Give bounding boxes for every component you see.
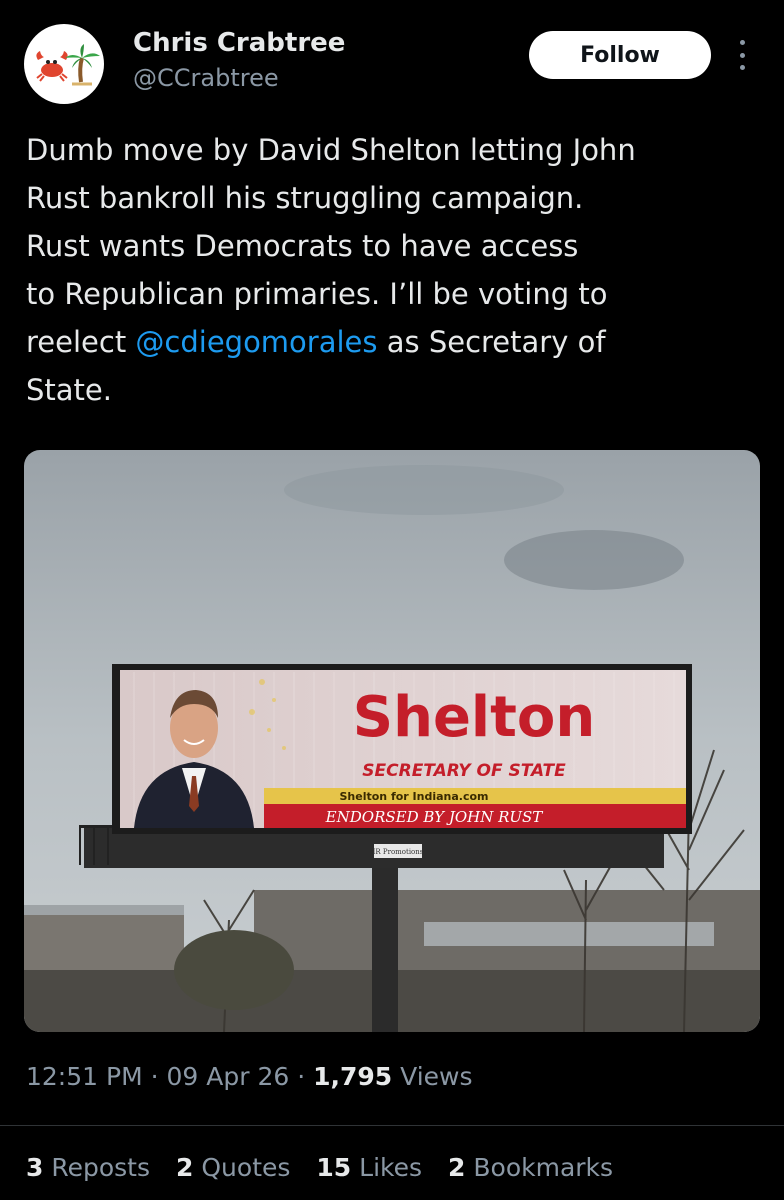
tweet-photo[interactable]: Shelton SECRETARY OF STATE Shelton for I… (24, 450, 760, 1032)
billboard-endorsement: ENDORSED BY JOHN RUST (325, 808, 544, 826)
reposts-count: 3 (26, 1153, 44, 1182)
quotes-stat[interactable]: 2 Quotes (176, 1153, 290, 1182)
bookmarks-label: Bookmarks (473, 1153, 614, 1182)
billboard-name: Shelton (353, 685, 595, 750)
billboard-office: SECRETARY OF STATE (362, 761, 566, 781)
more-vertical-icon[interactable] (732, 40, 752, 70)
tweet-time[interactable]: 12:51 PM (26, 1062, 143, 1091)
views-count: 1,795 (313, 1062, 393, 1091)
follow-button[interactable]: Follow (529, 31, 711, 79)
bookmarks-stat[interactable]: 2 Bookmarks (448, 1153, 613, 1182)
palm-tree-icon (65, 44, 100, 86)
crab-palm-avatar-image (36, 44, 100, 86)
likes-stat[interactable]: 15 Likes (316, 1153, 422, 1182)
author-display-name[interactable]: Chris Crabtree (133, 28, 345, 58)
reposts-stat[interactable]: 3 Reposts (26, 1153, 150, 1182)
tweet-date[interactable]: 09 Apr 26 (166, 1062, 289, 1091)
meta-separator: · (142, 1062, 167, 1091)
divider (0, 1125, 784, 1126)
billboard-vendor: IR Promotions (373, 848, 424, 856)
crab-icon (36, 51, 68, 82)
billboard-site: Shelton for Indiana.com (339, 790, 488, 803)
engagement-stats: 3 Reposts 2 Quotes 15 Likes 2 Bookmarks (26, 1153, 613, 1182)
avatar[interactable] (24, 24, 104, 104)
likes-label: Likes (359, 1153, 423, 1182)
mention-link[interactable]: @cdiegomorales (135, 325, 377, 359)
likes-count: 15 (316, 1153, 352, 1182)
reposts-label: Reposts (51, 1153, 151, 1182)
meta-separator: · (289, 1062, 314, 1091)
bookmarks-count: 2 (448, 1153, 466, 1182)
views-label: Views (400, 1062, 473, 1091)
tweet-text: Dumb move by David Shelton letting John … (26, 126, 756, 414)
author-handle[interactable]: @CCrabtree (133, 64, 279, 92)
tweet-meta: 12:51 PM · 09 Apr 26 · 1,795 Views (26, 1062, 473, 1091)
quotes-label: Quotes (201, 1153, 291, 1182)
quotes-count: 2 (176, 1153, 194, 1182)
billboard-photo: Shelton SECRETARY OF STATE Shelton for I… (24, 450, 760, 1032)
